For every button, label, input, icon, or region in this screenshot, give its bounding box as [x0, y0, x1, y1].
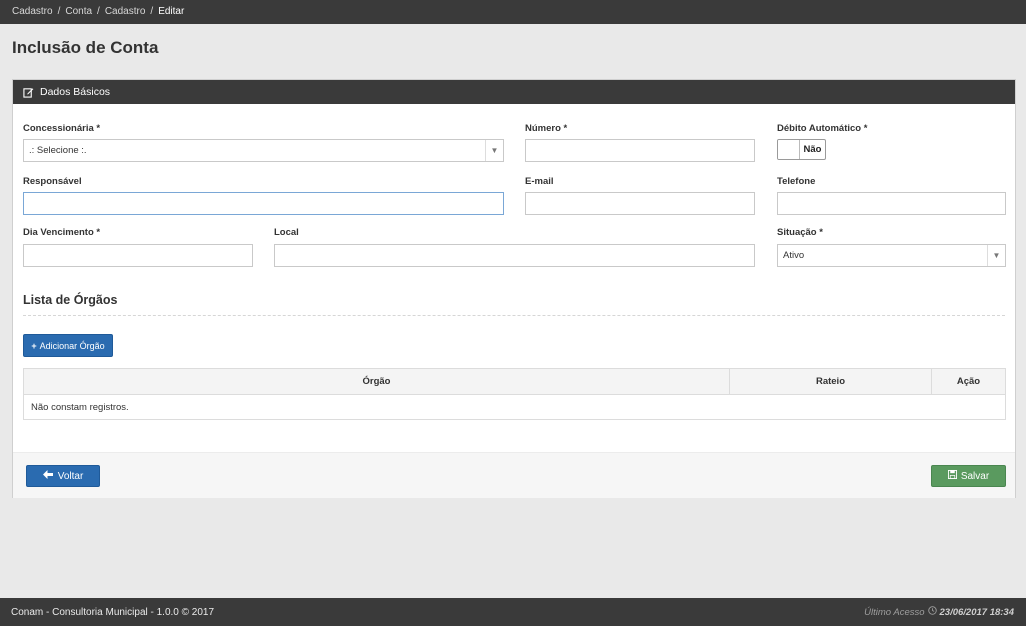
situacao-label: Situação *: [777, 227, 823, 238]
last-access: Último Acesso 23/06/2017 18:34: [864, 606, 1014, 618]
breadcrumb-item-cadastro-2[interactable]: Cadastro: [105, 6, 146, 17]
page-title: Inclusão de Conta: [12, 38, 159, 57]
local-input[interactable]: [274, 244, 755, 267]
column-acao: Ação: [931, 368, 1006, 395]
telefone-input[interactable]: [777, 192, 1006, 215]
debito-automatico-label: Débito Automático *: [777, 123, 868, 134]
salvar-button[interactable]: Salvar: [931, 465, 1006, 487]
orgaos-table: Órgão Rateio Ação Não constam registros.: [23, 368, 1006, 420]
telefone-label: Telefone: [777, 176, 816, 187]
email-field[interactable]: [525, 192, 755, 215]
breadcrumb-separator: /: [57, 6, 61, 17]
adicionar-orgao-label: Adicionar Órgão: [39, 340, 105, 351]
last-access-label: Último Acesso: [864, 606, 925, 618]
breadcrumb-item-editar: Editar: [158, 6, 185, 17]
salvar-label: Salvar: [960, 470, 990, 482]
empty-message: Não constam registros.: [23, 394, 1006, 420]
situacao-value: Ativo: [783, 250, 805, 261]
orgaos-section-title: Lista de Órgãos: [23, 293, 118, 307]
form-actions: Voltar Salvar: [13, 452, 1015, 498]
debito-automatico-toggle[interactable]: Não: [777, 139, 826, 160]
panel-title: Dados Básicos: [40, 86, 111, 98]
table-header-row: Órgão Rateio Ação: [23, 368, 1006, 395]
footer-copyright: Conam - Consultoria Municipal - 1.0.0 © …: [11, 606, 215, 618]
app-footer: Conam - Consultoria Municipal - 1.0.0 © …: [0, 598, 1026, 626]
adicionar-orgao-button[interactable]: + Adicionar Órgão: [23, 334, 113, 357]
situacao-select[interactable]: Ativo ▼: [777, 244, 1006, 267]
local-label: Local: [274, 227, 299, 238]
edit-icon: [23, 87, 34, 98]
plus-icon: +: [31, 340, 37, 351]
clock-icon: [927, 606, 937, 618]
voltar-button[interactable]: Voltar: [26, 465, 100, 487]
responsavel-input[interactable]: [23, 192, 504, 215]
column-rateio[interactable]: Rateio: [729, 368, 932, 395]
chevron-down-icon: ▼: [485, 140, 503, 161]
dia-vencimento-input[interactable]: [23, 244, 253, 267]
column-orgao[interactable]: Órgão: [23, 368, 730, 395]
voltar-label: Voltar: [57, 470, 84, 482]
responsavel-label: Responsável: [23, 176, 82, 187]
floppy-disk-icon: [947, 470, 957, 482]
arrow-left-icon: [42, 470, 53, 482]
panel-header: Dados Básicos: [13, 80, 1015, 104]
section-divider: [23, 315, 1005, 316]
breadcrumb-separator: /: [150, 6, 154, 17]
toggle-knob: [778, 140, 800, 159]
concessionaria-value: .: Selecione :.: [29, 145, 87, 156]
breadcrumb-item-cadastro[interactable]: Cadastro: [12, 6, 53, 17]
breadcrumb: Cadastro / Conta / Cadastro / Editar: [0, 0, 1026, 24]
dados-basicos-panel: Dados Básicos Concessionária * .: Seleci…: [12, 79, 1016, 498]
breadcrumb-item-conta[interactable]: Conta: [65, 6, 92, 17]
numero-label: Número *: [525, 123, 568, 134]
numero-input[interactable]: [525, 139, 755, 162]
last-access-value: 23/06/2017 18:34: [939, 606, 1014, 618]
breadcrumb-separator: /: [97, 6, 100, 17]
concessionaria-label: Concessionária *: [23, 123, 101, 134]
debito-automatico-value: Não: [803, 144, 822, 155]
email-label: E-mail: [525, 176, 554, 187]
dia-vencimento-label: Dia Vencimento *: [23, 227, 101, 238]
concessionaria-select[interactable]: .: Selecione :. ▼: [23, 139, 504, 162]
table-row: Não constam registros.: [23, 394, 1006, 420]
chevron-down-icon: ▼: [987, 245, 1005, 266]
